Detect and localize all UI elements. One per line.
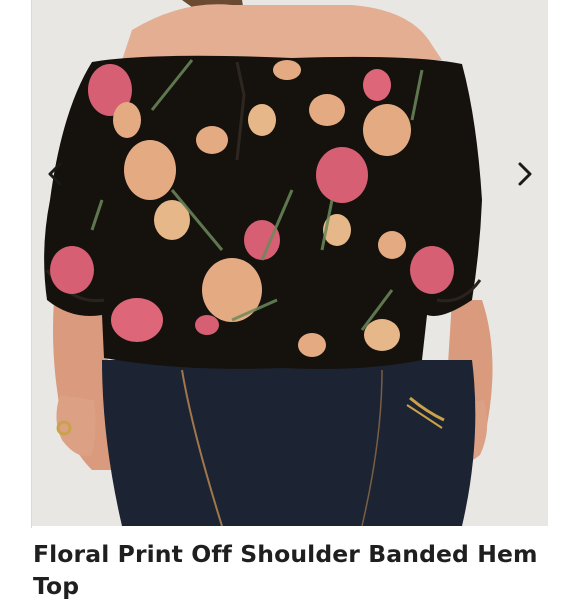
- product-photo[interactable]: [32, 0, 548, 526]
- chevron-left-icon: [48, 162, 62, 186]
- model-illustration: [32, 0, 548, 526]
- next-image-button[interactable]: [513, 158, 537, 190]
- previous-image-button[interactable]: [43, 158, 67, 190]
- product-title: Floral Print Off Shoulder Banded Hem Top: [33, 540, 538, 600]
- chevron-right-icon: [518, 162, 532, 186]
